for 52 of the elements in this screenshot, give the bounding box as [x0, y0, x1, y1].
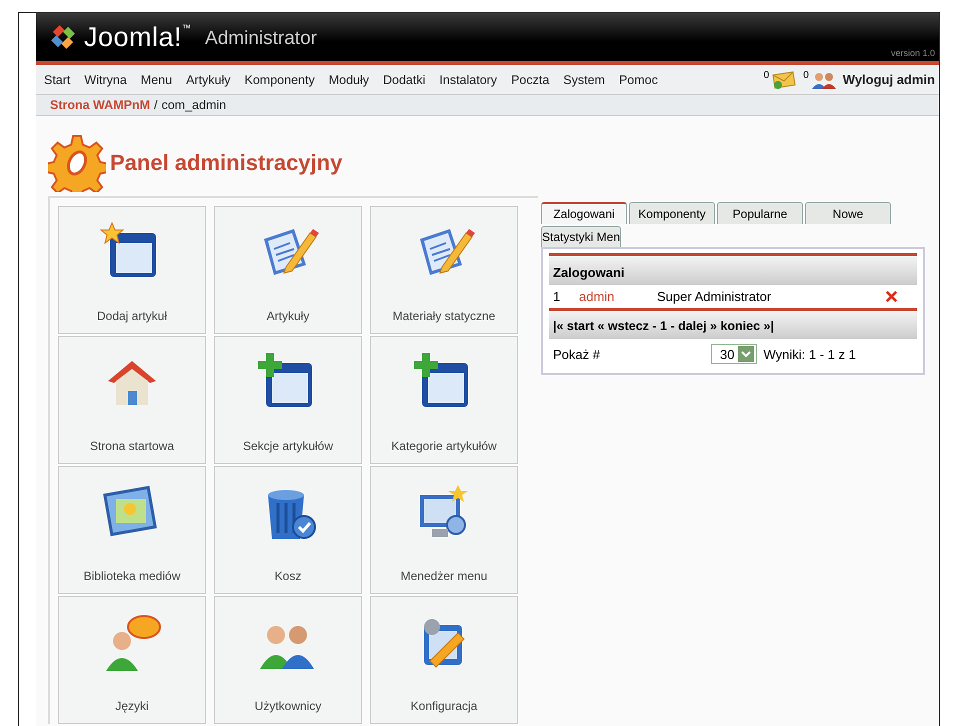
- people-icon[interactable]: [810, 70, 837, 88]
- trademark: ™: [182, 23, 192, 33]
- shortcut-tile[interactable]: Artykuły: [214, 206, 362, 334]
- page-size-label: Pokaż #: [553, 346, 601, 362]
- tab[interactable]: Komponenty: [629, 202, 715, 224]
- page-title: Panel administracyjny: [110, 150, 342, 176]
- message-count: 0: [764, 70, 770, 81]
- chevron-down-icon: [738, 346, 754, 362]
- menu-item[interactable]: Moduły: [328, 72, 369, 86]
- shortcut-tile[interactable]: Biblioteka mediów: [58, 466, 206, 594]
- tab[interactable]: Nowe: [805, 202, 891, 224]
- menu-item[interactable]: Artykuły: [186, 72, 231, 86]
- shortcut-tile[interactable]: Sekcje artykułów: [214, 336, 362, 464]
- breadcrumb-link[interactable]: Strona WAMPnM: [50, 98, 150, 112]
- menu-item[interactable]: Start: [44, 72, 70, 86]
- menu-item[interactable]: System: [563, 72, 605, 86]
- shortcut-tile[interactable]: Konfiguracja: [370, 596, 518, 724]
- gear-icon: [48, 134, 106, 192]
- tab[interactable]: Statystyki Men: [541, 226, 622, 247]
- shortcut-tile[interactable]: Dodaj artykuł: [58, 206, 206, 334]
- menu-item[interactable]: Poczta: [511, 72, 550, 86]
- version-label: version 1.0: [890, 48, 935, 58]
- tab[interactable]: Popularne: [717, 202, 803, 224]
- logo-text: Joomla!: [84, 22, 182, 52]
- menu-item[interactable]: Dodatki: [383, 72, 426, 86]
- results-text: Wyniki: 1 - 1 z 1: [763, 346, 856, 362]
- table-header: Zalogowani: [549, 253, 917, 285]
- shortcut-tile[interactable]: Języki: [58, 596, 206, 724]
- delete-icon[interactable]: [884, 289, 899, 304]
- logout-link[interactable]: Wyloguj admin: [842, 72, 935, 87]
- menu-item[interactable]: Instalatory: [439, 72, 498, 86]
- envelope-icon[interactable]: [771, 70, 798, 88]
- breadcrumb-separator: /: [154, 98, 158, 112]
- pagination-text: |« start « wstecz - 1 - dalej » koniec »|: [553, 319, 774, 333]
- user-link[interactable]: admin: [579, 289, 657, 304]
- page-size-select[interactable]: 30: [711, 344, 758, 364]
- shortcut-tile[interactable]: Materiały statyczne: [370, 206, 518, 334]
- shortcut-tile[interactable]: Strona startowa: [58, 336, 206, 464]
- menu-item[interactable]: Pomoc: [618, 72, 658, 86]
- breadcrumb-current: com_admin: [161, 98, 226, 112]
- shortcut-tile[interactable]: Użytkownicy: [214, 596, 362, 724]
- menu-item[interactable]: Komponenty: [244, 72, 315, 86]
- table-cell-text: Super Administrator: [657, 289, 772, 304]
- menu-item[interactable]: Menu: [140, 72, 172, 86]
- menu-item[interactable]: Witryna: [84, 72, 127, 86]
- user-count: 0: [803, 70, 809, 81]
- table-cell-text: 1: [553, 289, 562, 304]
- shortcut-tile[interactable]: Kategorie artykułów: [370, 336, 518, 464]
- shortcut-tile[interactable]: Menedżer menu: [370, 466, 518, 594]
- shortcut-tile[interactable]: Kosz: [214, 466, 362, 594]
- product-name: Administrator: [205, 28, 317, 50]
- tab[interactable]: Zalogowani: [541, 202, 627, 224]
